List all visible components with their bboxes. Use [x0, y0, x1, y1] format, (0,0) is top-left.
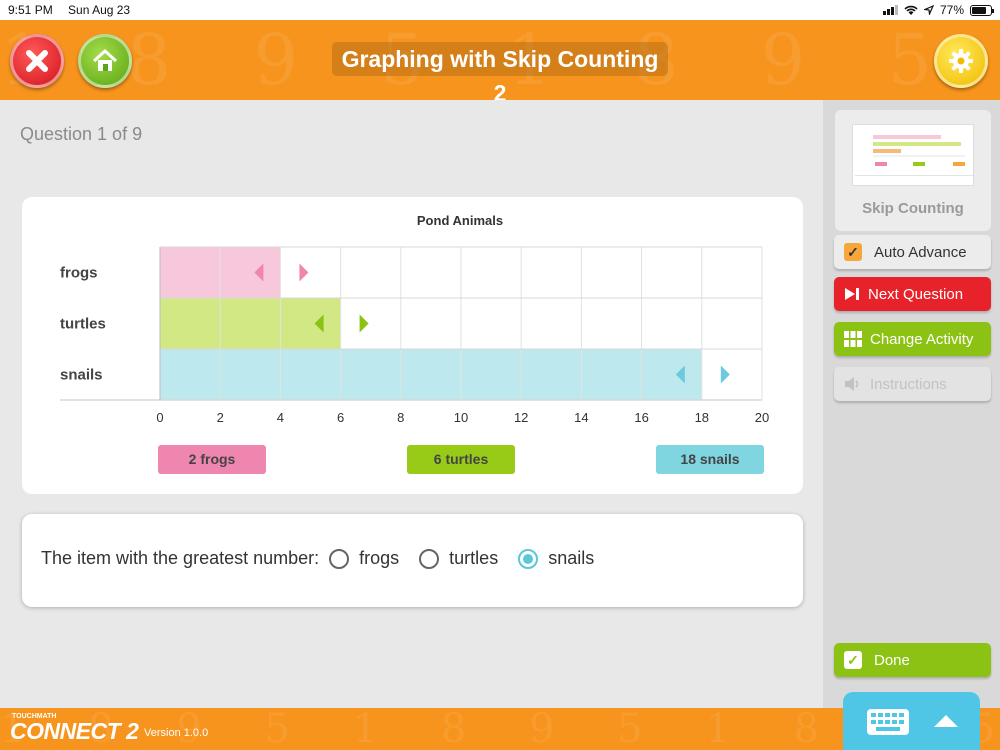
- done-button[interactable]: ✓ Done: [834, 643, 991, 677]
- home-button[interactable]: [78, 34, 132, 88]
- radio-turtles[interactable]: [419, 548, 440, 569]
- done-check-icon: ✓: [844, 651, 862, 669]
- target-chip-label: 2 frogs: [189, 451, 236, 467]
- keyboard-toggle[interactable]: [843, 692, 980, 750]
- option-label-frogs: frogs: [359, 548, 400, 568]
- chevron-up-icon: [934, 715, 958, 727]
- location-icon: [923, 5, 934, 15]
- activity-label: Skip Counting: [862, 200, 964, 217]
- auto-advance-toggle[interactable]: ✓ Auto Advance: [834, 235, 991, 269]
- question-counter: Question 1 of 9: [20, 124, 143, 144]
- signal-icon: [882, 5, 898, 15]
- option-snails[interactable]: snails: [518, 548, 604, 569]
- sidebar: Skip Counting ✓ Auto Advance Next Questi…: [823, 100, 1000, 710]
- app-header: 1 8 9 5 1 8 9 5 1 8 9 5 1 8 9 Graphing w…: [0, 20, 1000, 100]
- battery-icon: [970, 4, 994, 16]
- increase-handle-snails[interactable]: [720, 365, 730, 384]
- bar-turtles: [160, 298, 341, 349]
- skip-next-icon: [845, 288, 859, 300]
- close-button[interactable]: [10, 34, 64, 88]
- increase-handle-turtles[interactable]: [359, 314, 369, 333]
- option-label-turtles: turtles: [449, 548, 499, 568]
- status-bar: 9:51 PM Sun Aug 23 77%: [0, 0, 1000, 20]
- instructions-label: Instructions: [870, 375, 947, 393]
- option-frogs[interactable]: frogs: [329, 548, 409, 569]
- change-activity-label: Change Activity: [870, 330, 974, 348]
- change-activity-button[interactable]: Change Activity: [834, 322, 991, 356]
- activity-thumbnail[interactable]: Skip Counting: [835, 110, 991, 231]
- x-tick-label: 4: [277, 410, 284, 425]
- x-tick-label: 0: [156, 410, 163, 425]
- version-label: Version 1.0.0: [144, 727, 209, 739]
- page-title: Graphing with Skip Counting 2: [332, 42, 668, 100]
- answer-card: The item with the greatest number: frogs…: [22, 514, 803, 607]
- status-date: Sun Aug 23: [68, 3, 131, 17]
- answer-prompt: The item with the greatest number:: [41, 548, 320, 568]
- checkbox-checked-icon[interactable]: ✓: [844, 243, 862, 261]
- option-label-snails: snails: [548, 548, 595, 568]
- x-tick-label: 14: [574, 410, 588, 425]
- radio-frogs[interactable]: [329, 548, 350, 569]
- status-time: 9:51 PM: [8, 3, 53, 17]
- instructions-button[interactable]: Instructions: [834, 367, 991, 401]
- target-chip-label: 6 turtles: [434, 451, 489, 467]
- category-label-frogs: frogs: [60, 265, 98, 282]
- x-tick-label: 18: [695, 410, 709, 425]
- answer-row: The item with the greatest number: frogs…: [41, 548, 604, 569]
- x-tick-label: 12: [514, 410, 528, 425]
- category-label-turtles: turtles: [60, 316, 106, 333]
- gear-icon: [949, 49, 973, 73]
- increase-handle-frogs[interactable]: [299, 263, 309, 282]
- next-question-label: Next Question: [868, 285, 964, 303]
- close-icon: [26, 50, 48, 72]
- x-tick-label: 6: [337, 410, 344, 425]
- done-label: Done: [874, 651, 910, 669]
- bar-snails: [160, 349, 702, 400]
- grid-icon: [844, 331, 862, 347]
- brand-logo: CONNECT 2: [10, 718, 139, 744]
- radio-snails[interactable]: [518, 548, 539, 569]
- category-label-snails: snails: [60, 367, 103, 384]
- x-tick-label: 16: [634, 410, 648, 425]
- chart-title: Pond Animals: [417, 213, 503, 228]
- speaker-icon: [845, 377, 859, 391]
- auto-advance-label: Auto Advance: [874, 243, 967, 261]
- keyboard-icon: [867, 709, 909, 735]
- wifi-icon: [904, 5, 918, 15]
- chart-card: Pond Animals frogs turtles snails 0 2 4 6 8 10 12 1…: [22, 197, 803, 494]
- x-tick-label: 10: [454, 410, 468, 425]
- settings-button[interactable]: [934, 34, 988, 88]
- next-question-button[interactable]: Next Question: [834, 277, 991, 311]
- x-tick-label: 2: [217, 410, 224, 425]
- target-chip-label: 18 snails: [680, 451, 739, 467]
- bar-chart: Pond Animals frogs turtles snails 0 2 4 6 8 10 12 1…: [60, 213, 769, 474]
- battery-percent: 77%: [939, 3, 964, 17]
- home-icon: [92, 49, 118, 71]
- x-tick-label: 8: [397, 410, 404, 425]
- x-tick-label: 20: [755, 410, 769, 425]
- activity-thumbnail-image: [852, 124, 974, 186]
- option-turtles[interactable]: turtles: [419, 548, 508, 569]
